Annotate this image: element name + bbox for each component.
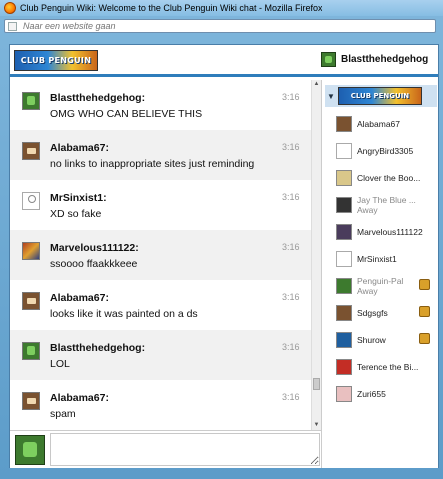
message-author[interactable]: Blastthehedgehog:	[50, 342, 145, 354]
away-status: Away	[357, 286, 378, 296]
avatar	[336, 143, 352, 159]
message-time: 3:16	[282, 192, 300, 202]
user-name: Clover the Boo...	[357, 173, 421, 183]
club-penguin-logo[interactable]: CLUB PENGUIN	[14, 50, 98, 71]
avatar[interactable]	[22, 342, 40, 360]
message: Blastthehedgehog: OMG WHO CAN BELIEVE TH…	[10, 80, 311, 130]
scroll-thumb[interactable]	[313, 378, 320, 390]
scroll-up-icon[interactable]: ▲	[312, 80, 321, 88]
chat-input[interactable]	[50, 433, 320, 466]
message-author[interactable]: Marvelous111122:	[50, 242, 139, 254]
user-name: Jay The Blue ...	[357, 195, 416, 205]
message: Alabama67: no links to inappropriate sit…	[10, 130, 311, 180]
message-time: 3:16	[282, 342, 300, 352]
user-name: Sdgsgfs	[357, 308, 388, 318]
url-input[interactable]	[23, 20, 423, 32]
chevron-down-icon[interactable]: ▼	[327, 92, 335, 101]
message-time: 3:16	[282, 242, 300, 252]
user-name: MrSinxist1	[357, 254, 397, 264]
user-list-item[interactable]: Terence the Bi...	[336, 359, 439, 381]
user-list-item[interactable]: AngryBird3305	[336, 143, 439, 165]
avatar[interactable]	[22, 192, 40, 210]
message-text: ssoooo ffaakkkeee	[50, 258, 138, 270]
user-name: Shurow	[357, 335, 386, 345]
message-list[interactable]: Blastthehedgehog: OMG WHO CAN BELIEVE TH…	[10, 80, 311, 430]
current-user[interactable]: Blastthehedgehog	[321, 52, 428, 67]
message-author[interactable]: Blastthehedgehog:	[50, 92, 145, 104]
user-list-item[interactable]: MrSinxist1	[336, 251, 439, 273]
moderator-badge-icon	[419, 306, 430, 317]
address-bar[interactable]	[4, 19, 436, 33]
user-list-item[interactable]: Alabama67	[336, 116, 439, 138]
avatar	[336, 359, 352, 375]
window-titlebar: Club Penguin Wiki: Welcome to the Club P…	[0, 0, 443, 16]
current-user-name: Blastthehedgehog	[341, 54, 429, 65]
message: MrSinxist1: XD so fake 3:16	[10, 180, 311, 230]
firefox-icon	[4, 2, 16, 14]
page-icon	[8, 21, 17, 31]
avatar	[336, 197, 352, 213]
message-text: XD so fake	[50, 208, 102, 220]
message-author[interactable]: Alabama67:	[50, 292, 109, 304]
message-author[interactable]: Alabama67:	[50, 142, 109, 154]
message-time: 3:16	[282, 142, 300, 152]
message-author[interactable]: Alabama67:	[50, 392, 109, 404]
message-scrollbar[interactable]: ▲ ▼	[311, 80, 321, 430]
message: Alabama67: looks like it was painted on …	[10, 280, 311, 330]
scroll-down-icon[interactable]: ▼	[312, 421, 321, 429]
chat-window: CLUB PENGUIN Blastthehedgehog Blastthehe…	[9, 44, 439, 468]
message-author[interactable]: MrSinxist1:	[50, 192, 107, 204]
avatar	[336, 332, 352, 348]
user-list: ▼ CLUB PENGUIN Alabama67 AngryBird3305 C…	[321, 80, 438, 468]
message: Blastthehedgehog: LOL 3:16	[10, 330, 311, 380]
avatar	[336, 251, 352, 267]
avatar[interactable]	[22, 292, 40, 310]
user-list-item[interactable]: Shurow	[336, 332, 439, 354]
avatar[interactable]	[22, 142, 40, 160]
message-text: no links to inappropriate sites just rem…	[50, 158, 255, 170]
avatar	[336, 305, 352, 321]
user-name: Marvelous111122	[357, 227, 423, 237]
user-name: Penguin-Pal	[357, 276, 404, 286]
user-list-item[interactable]: Marvelous111122	[336, 224, 439, 246]
message-text: spam	[50, 408, 76, 420]
message-time: 3:16	[282, 92, 300, 102]
message: Marvelous111122: ssoooo ffaakkkeee 3:16	[10, 230, 311, 280]
avatar	[321, 52, 336, 67]
message: Alabama67: spam 3:16	[10, 380, 311, 430]
avatar[interactable]	[22, 242, 40, 260]
user-list-item[interactable]: Penguin-Pal Away	[336, 276, 439, 300]
user-name: Terence the Bi...	[357, 362, 419, 372]
avatar	[336, 386, 352, 402]
message-text: LOL	[50, 358, 70, 370]
moderator-badge-icon	[419, 279, 430, 290]
user-list-item[interactable]: Zuri655	[336, 386, 439, 408]
message-time: 3:16	[282, 292, 300, 302]
avatar[interactable]	[22, 392, 40, 410]
message-time: 3:16	[282, 392, 300, 402]
message-text: looks like it was painted on a ds	[50, 308, 198, 320]
chat-input-area	[10, 430, 321, 468]
avatar	[336, 224, 352, 240]
room-logo: CLUB PENGUIN	[337, 87, 422, 105]
room-header[interactable]: ▼ CLUB PENGUIN	[325, 85, 437, 107]
avatar	[15, 435, 45, 465]
chat-header: CLUB PENGUIN Blastthehedgehog	[10, 45, 438, 77]
avatar	[336, 170, 352, 186]
user-list-item[interactable]: Clover the Boo...	[336, 170, 439, 192]
window-title: Club Penguin Wiki: Welcome to the Club P…	[20, 3, 323, 13]
moderator-badge-icon	[419, 333, 430, 344]
user-name: AngryBird3305	[357, 146, 414, 156]
user-list-item[interactable]: Sdgsgfs	[336, 305, 439, 327]
logo-text: CLUB PENGUIN	[20, 56, 92, 65]
user-name: Alabama67	[357, 119, 401, 129]
message-text: OMG WHO CAN BELIEVE THIS	[50, 108, 203, 120]
avatar	[336, 278, 352, 294]
avatar	[336, 116, 352, 132]
away-status: Away	[357, 205, 378, 215]
avatar[interactable]	[22, 92, 40, 110]
user-name: Zuri655	[357, 389, 386, 399]
user-list-item[interactable]: Jay The Blue ... Away	[336, 195, 439, 219]
